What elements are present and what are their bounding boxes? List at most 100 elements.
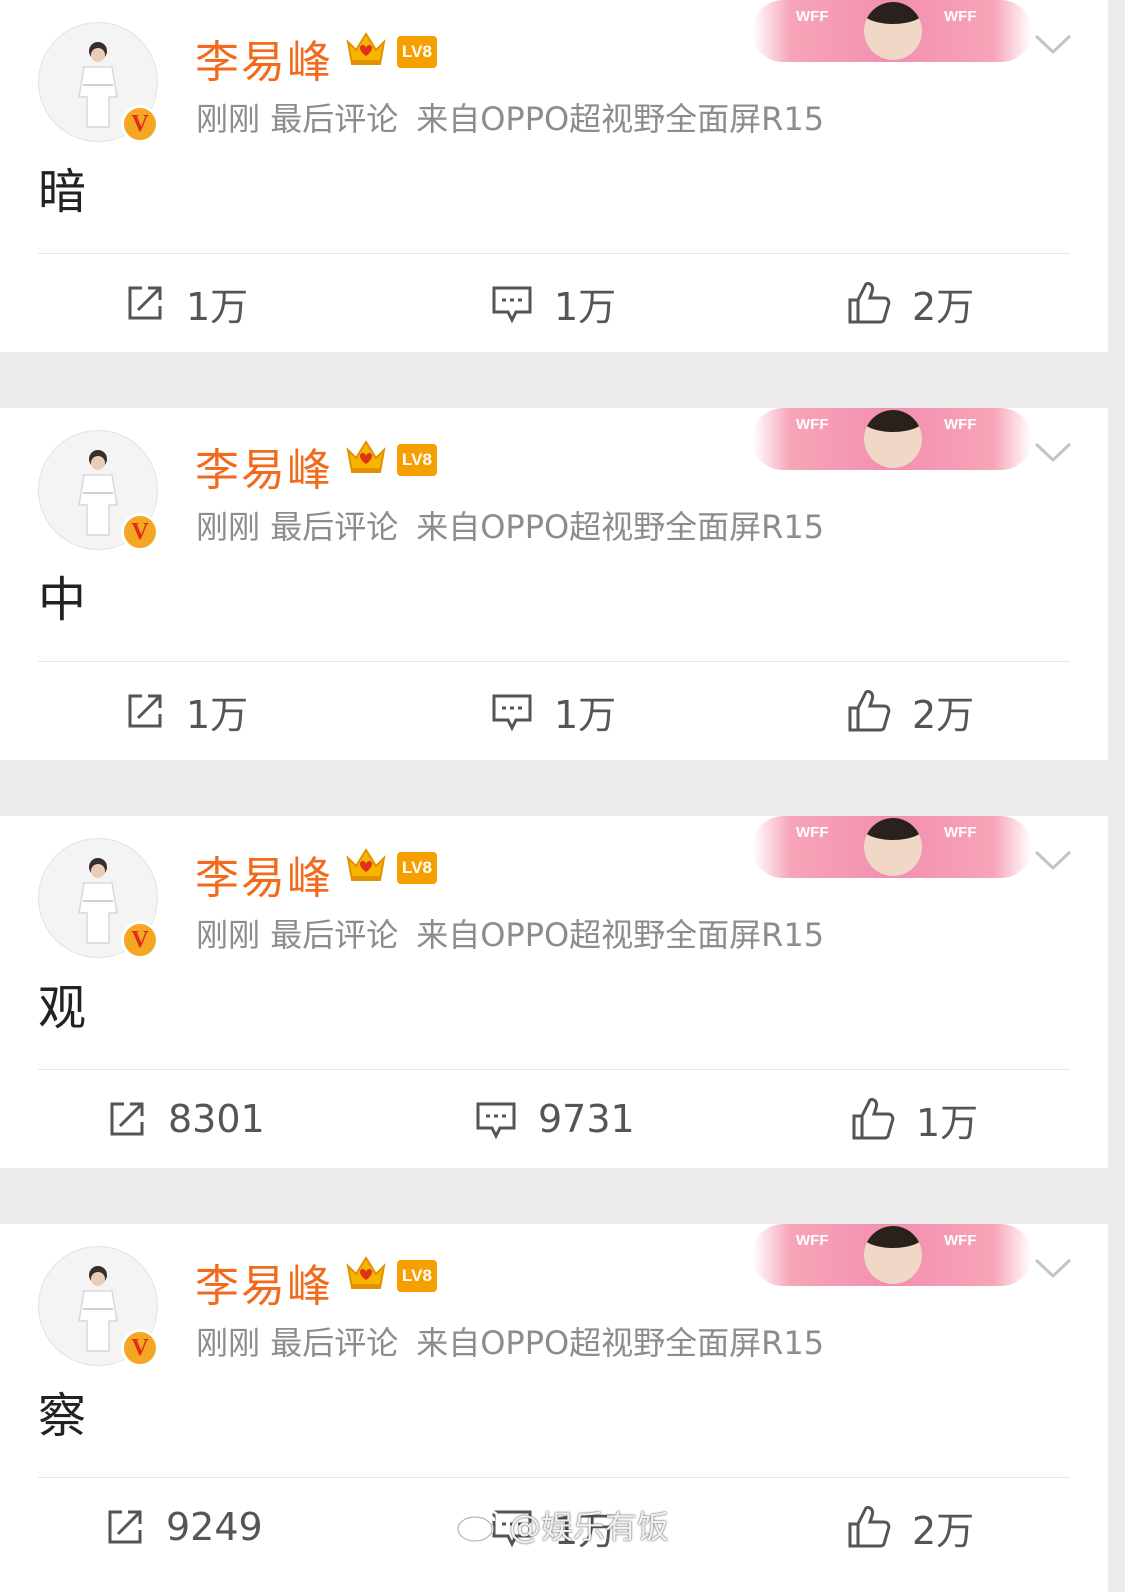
banner-wff-text: WFF — [944, 824, 977, 841]
banner-wff-text: WFF — [944, 1232, 977, 1249]
post-meta: 刚刚 最后评论 来自OPPO超视野全面屏R15 — [196, 910, 824, 956]
thumbs-up-icon — [848, 1506, 891, 1548]
watermark-text: @娱乐有饭 — [509, 1508, 670, 1546]
last-comment-label: 最后评论 — [270, 916, 399, 954]
chevron-down-icon[interactable] — [1032, 1254, 1074, 1282]
weibo-logo-icon — [456, 1509, 501, 1543]
verified-v-icon: V — [121, 921, 159, 959]
post-meta: 刚刚 最后评论 来自OPPO超视野全面屏R15 — [196, 1318, 824, 1364]
fan-banner[interactable]: WFF WFF — [752, 0, 1032, 62]
chevron-down-icon[interactable] — [1032, 438, 1074, 466]
post-meta: 刚刚 最后评论 来自OPPO超视野全面屏R15 — [196, 94, 824, 140]
repost-count: 9249 — [166, 1505, 263, 1549]
banner-wff-text: WFF — [796, 824, 829, 841]
username[interactable]: 李易峰 — [195, 1250, 333, 1314]
post-content: 中 — [38, 572, 87, 628]
repost-icon — [128, 286, 162, 320]
last-comment-label: 最后评论 — [270, 1324, 399, 1362]
avatar[interactable]: V — [38, 838, 159, 959]
feed-post: V 李易峰 LV8 刚刚 最后评论 来自OPPO超视野全面屏R15 WFF WFF… — [0, 816, 1108, 1168]
crown-icon[interactable] — [344, 846, 388, 886]
chevron-down-icon[interactable] — [1032, 30, 1074, 58]
repost-icon — [128, 694, 162, 728]
post-content: 观 — [38, 980, 87, 1036]
fan-banner[interactable]: WFF WFF — [752, 1224, 1032, 1286]
like-count: 1万 — [916, 1100, 979, 1145]
level-badge[interactable]: LV8 — [397, 444, 437, 476]
like-button[interactable]: 1万 — [850, 1094, 979, 1145]
repost-count: 1万 — [186, 284, 249, 329]
comment-icon — [492, 694, 532, 732]
chevron-down-icon[interactable] — [1032, 846, 1074, 874]
crown-icon[interactable] — [344, 438, 388, 478]
repost-button[interactable]: 9249 — [104, 1502, 263, 1552]
comment-button[interactable]: 9731 — [474, 1094, 635, 1144]
comment-icon — [476, 1102, 516, 1140]
comment-button[interactable]: 1万 — [490, 278, 617, 329]
banner-portrait — [864, 818, 922, 876]
feed-post: V 李易峰 LV8 刚刚 最后评论 来自OPPO超视野全面屏R15 WFF WFF… — [0, 408, 1108, 760]
like-count: 2万 — [912, 284, 975, 329]
repost-count: 1万 — [186, 692, 249, 737]
banner-wff-text: WFF — [796, 1232, 829, 1249]
divider — [38, 661, 1070, 662]
thumbs-up-icon — [848, 690, 891, 732]
banner-wff-text: WFF — [944, 416, 977, 433]
banner-wff-text: WFF — [944, 8, 977, 25]
repost-icon — [108, 1510, 142, 1544]
level-badge[interactable]: LV8 — [397, 1260, 437, 1292]
repost-icon — [110, 1102, 144, 1136]
post-source[interactable]: 来自OPPO超视野全面屏R15 — [416, 916, 824, 954]
crown-icon[interactable] — [344, 1254, 388, 1294]
like-button[interactable]: 2万 — [846, 686, 975, 737]
post-time: 刚刚 — [196, 1324, 261, 1362]
like-count: 2万 — [912, 1508, 975, 1553]
like-count: 2万 — [912, 692, 975, 737]
post-meta: 刚刚 最后评论 来自OPPO超视野全面屏R15 — [196, 502, 824, 548]
comment-icon — [492, 286, 532, 324]
username[interactable]: 李易峰 — [195, 842, 333, 906]
divider — [38, 253, 1070, 254]
level-badge[interactable]: LV8 — [397, 36, 437, 68]
verified-v-icon: V — [121, 1329, 159, 1367]
banner-portrait — [864, 2, 922, 60]
verified-v-icon: V — [121, 513, 159, 551]
banner-portrait — [864, 410, 922, 468]
banner-wff-text: WFF — [796, 8, 829, 25]
username[interactable]: 李易峰 — [195, 434, 333, 498]
comment-button[interactable]: 1万 — [490, 686, 617, 737]
watermark: @娱乐有饭 — [455, 1502, 669, 1548]
comment-count: 9731 — [538, 1097, 635, 1141]
fan-banner[interactable]: WFF WFF — [752, 408, 1032, 470]
post-time: 刚刚 — [196, 508, 261, 546]
post-source[interactable]: 来自OPPO超视野全面屏R15 — [416, 1324, 824, 1362]
avatar[interactable]: V — [38, 22, 159, 143]
post-content: 暗 — [38, 164, 87, 220]
avatar[interactable]: V — [38, 430, 159, 551]
comment-count: 1万 — [554, 692, 617, 737]
last-comment-label: 最后评论 — [270, 508, 399, 546]
avatar[interactable]: V — [38, 1246, 159, 1367]
post-source[interactable]: 来自OPPO超视野全面屏R15 — [416, 508, 824, 546]
banner-wff-text: WFF — [796, 416, 829, 433]
last-comment-label: 最后评论 — [270, 100, 399, 138]
comment-count: 1万 — [554, 284, 617, 329]
divider — [38, 1069, 1070, 1070]
repost-button[interactable]: 8301 — [106, 1094, 265, 1144]
post-content: 察 — [38, 1388, 87, 1444]
like-button[interactable]: 2万 — [846, 1502, 975, 1553]
feed-post: V 李易峰 LV8 刚刚 最后评论 来自OPPO超视野全面屏R15 WFF WFF… — [0, 0, 1108, 352]
repost-button[interactable]: 1万 — [124, 278, 249, 329]
thumbs-up-icon — [852, 1098, 895, 1140]
level-badge[interactable]: LV8 — [397, 852, 437, 884]
crown-icon[interactable] — [344, 30, 388, 70]
username[interactable]: 李易峰 — [195, 26, 333, 90]
post-source[interactable]: 来自OPPO超视野全面屏R15 — [416, 100, 824, 138]
post-time: 刚刚 — [196, 100, 261, 138]
repost-button[interactable]: 1万 — [124, 686, 249, 737]
divider — [38, 1477, 1070, 1478]
fan-banner[interactable]: WFF WFF — [752, 816, 1032, 878]
like-button[interactable]: 2万 — [846, 278, 975, 329]
thumbs-up-icon — [848, 282, 891, 324]
post-time: 刚刚 — [196, 916, 261, 954]
